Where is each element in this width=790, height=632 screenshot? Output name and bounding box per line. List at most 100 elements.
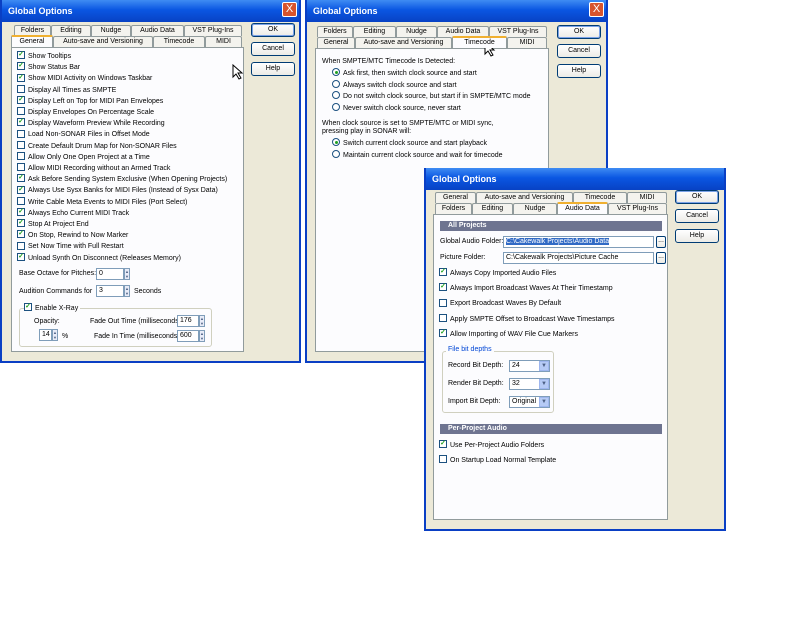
tab-nudge[interactable]: Nudge xyxy=(513,203,557,214)
checkbox[interactable] xyxy=(439,298,447,307)
tab-vst-plugins[interactable]: VST Plug-Ins xyxy=(184,25,242,36)
checkbox-row[interactable]: ✓ Always Import Broadcast Waves At Their … xyxy=(439,283,613,294)
tab-timecode[interactable]: Timecode xyxy=(452,36,507,48)
radio-option[interactable]: Never switch clock source, never start xyxy=(332,102,461,114)
checkbox-row[interactable]: ✓ Always Use Sysx Banks for MIDI Files (I… xyxy=(17,185,218,196)
help-button[interactable]: Help xyxy=(557,64,601,78)
tab-autosave[interactable]: Auto-save and Versioning xyxy=(355,37,452,48)
checkbox-row[interactable]: Allow MIDI Recording without an Armed Tr… xyxy=(17,163,170,174)
tab-autosave[interactable]: Auto-save and Versioning xyxy=(53,36,153,47)
help-button[interactable]: Help xyxy=(251,62,295,76)
checkbox-row[interactable]: ✓ On Stop, Rewind to Now Marker xyxy=(17,230,128,241)
fade-in-spinner[interactable]: ▲ ▼ xyxy=(199,330,205,342)
checkbox[interactable]: ✓ xyxy=(17,219,25,228)
radio-option[interactable]: Do not switch clock source, but start if… xyxy=(332,91,531,102)
tab-midi[interactable]: MIDI xyxy=(507,37,547,48)
base-octave-input[interactable]: 0 xyxy=(96,268,124,280)
ok-button[interactable]: OK xyxy=(675,190,719,204)
tab-folders[interactable]: Folders xyxy=(317,26,353,37)
tab-timecode[interactable]: Timecode xyxy=(153,36,205,47)
radio-option[interactable]: Always switch clock source and start xyxy=(332,79,457,91)
tab-general[interactable]: General xyxy=(11,35,53,47)
opacity-input[interactable]: 14 xyxy=(39,329,52,341)
global-audio-folder-input[interactable]: C:\Cakewalk Projects\Audio Data xyxy=(503,236,654,248)
fade-out-input[interactable]: 176 xyxy=(177,315,199,327)
checkbox-row[interactable]: ✓ Ask Before Sending System Exclusive (Wh… xyxy=(17,174,227,185)
checkbox-row[interactable]: ✓ Unload Synth On Disconnect (Releases Me… xyxy=(17,252,181,264)
checkbox-row[interactable]: Set Now Time with Full Restart xyxy=(17,241,124,252)
checkbox[interactable] xyxy=(17,151,25,160)
checkbox[interactable]: ✓ xyxy=(17,51,25,60)
checkbox[interactable]: ✓ xyxy=(17,174,25,183)
checkbox-row[interactable]: Display All Times as SMPTE xyxy=(17,84,116,96)
tab-nudge[interactable]: Nudge xyxy=(396,26,437,37)
radio-option[interactable]: Maintain current clock source and wait f… xyxy=(332,149,503,161)
browse-global-audio-folder-button[interactable]: ... xyxy=(656,236,666,248)
checkbox[interactable]: ✓ xyxy=(17,118,25,127)
fade-out-spinner[interactable]: ▲ ▼ xyxy=(199,315,205,327)
checkbox[interactable]: ✓ xyxy=(439,268,447,277)
checkbox-row[interactable]: ✓ Display Left on Top for MIDI Pan Envelo… xyxy=(17,95,163,107)
checkbox-row[interactable]: Write Cable Meta Events to MIDI Files (P… xyxy=(17,196,187,208)
tab-audio-data[interactable]: Audio Data xyxy=(131,25,184,36)
cancel-button[interactable]: Cancel xyxy=(251,42,295,56)
radio-option[interactable]: Switch current clock source and start pl… xyxy=(332,138,487,149)
cancel-button[interactable]: Cancel xyxy=(557,44,601,58)
radio-button[interactable] xyxy=(332,91,340,100)
checkbox[interactable] xyxy=(439,313,447,322)
chevron-down-icon[interactable]: ▼ xyxy=(539,379,549,389)
checkbox[interactable] xyxy=(17,163,25,172)
audition-input[interactable]: 3 xyxy=(96,285,124,297)
checkbox[interactable] xyxy=(439,455,447,464)
checkbox[interactable]: ✓ xyxy=(17,230,25,239)
checkbox[interactable] xyxy=(17,84,25,93)
tab-editing[interactable]: Editing xyxy=(472,203,513,214)
checkbox[interactable]: ✓ xyxy=(439,328,447,337)
cancel-button[interactable]: Cancel xyxy=(675,209,719,223)
checkbox-row[interactable]: Create Default Drum Map for Non-SONAR Fi… xyxy=(17,140,177,152)
tab-general[interactable]: General xyxy=(317,37,355,48)
tab-midi[interactable]: MIDI xyxy=(205,36,242,47)
checkbox-row[interactable]: ✓ Always Echo Current MIDI Track xyxy=(17,207,129,219)
tab-editing[interactable]: Editing xyxy=(51,25,91,36)
radio-button[interactable] xyxy=(332,68,340,77)
checkbox-row[interactable]: ✓ Show Status Bar xyxy=(17,62,80,73)
checkbox-row[interactable]: ✓ Use Per-Project Audio Folders xyxy=(439,440,544,451)
help-button[interactable]: Help xyxy=(675,229,719,243)
checkbox-row[interactable]: Display Envelopes On Percentage Scale xyxy=(17,107,154,118)
checkbox-row[interactable]: Load Non-SONAR Files in Offset Mode xyxy=(17,129,150,140)
checkbox[interactable] xyxy=(17,107,25,116)
checkbox-row[interactable]: Allow Only One Open Project at a Time xyxy=(17,151,150,163)
picture-folder-input[interactable]: C:\Cakewalk Projects\Picture Cache xyxy=(503,252,654,264)
tab-midi[interactable]: MIDI xyxy=(627,192,667,203)
ok-button[interactable]: OK xyxy=(251,23,295,37)
checkbox[interactable]: ✓ xyxy=(17,207,25,216)
audition-spinner[interactable]: ▲ ▼ xyxy=(124,285,130,297)
radio-button[interactable] xyxy=(332,138,340,147)
checkbox-row[interactable]: On Startup Load Normal Template xyxy=(439,455,556,466)
xray-checkbox[interactable]: ✓ Enable X-Ray xyxy=(24,303,81,314)
opacity-spinner[interactable]: ▲ ▼ xyxy=(52,329,58,341)
checkbox-row[interactable]: ✓ Always Copy Imported Audio Files xyxy=(439,268,556,279)
close-button[interactable]: X xyxy=(282,2,297,17)
checkbox[interactable]: ✓ xyxy=(439,440,447,449)
checkbox-row[interactable]: Apply SMPTE Offset to Broadcast Wave Tim… xyxy=(439,313,615,325)
checkbox[interactable]: ✓ xyxy=(17,185,25,194)
checkbox-row[interactable]: ✓ Stop At Project End xyxy=(17,219,89,230)
fade-in-input[interactable]: 600 xyxy=(177,330,199,342)
tab-editing[interactable]: Editing xyxy=(353,26,396,37)
checkbox[interactable]: ✓ xyxy=(17,95,25,104)
tab-audio-data[interactable]: Audio Data xyxy=(557,202,608,214)
checkbox[interactable] xyxy=(17,241,25,250)
checkbox-row[interactable]: ✓ Allow Importing of WAV File Cue Markers xyxy=(439,328,578,340)
checkbox[interactable]: ✓ xyxy=(17,252,25,261)
browse-picture-folder-button[interactable]: ... xyxy=(656,252,666,264)
checkbox[interactable]: ✓ xyxy=(17,73,25,82)
checkbox-row[interactable]: ✓ Display Waveform Preview While Recordin… xyxy=(17,118,165,129)
checkbox-row[interactable]: ✓ Show MIDI Activity on Windows Taskbar xyxy=(17,73,152,84)
tab-vst-plugins[interactable]: VST Plug-Ins xyxy=(608,203,667,214)
checkbox[interactable] xyxy=(17,140,25,149)
chevron-down-icon[interactable]: ▼ xyxy=(539,361,549,371)
base-octave-spinner[interactable]: ▲ ▼ xyxy=(124,268,130,280)
radio-option[interactable]: Ask first, then switch clock source and … xyxy=(332,68,477,79)
